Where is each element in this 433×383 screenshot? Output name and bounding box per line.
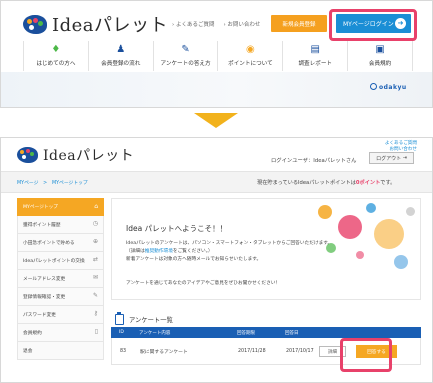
column-header: 回答日: [285, 330, 299, 336]
table-header: ID アンケート内容 回答期限 回答日: [111, 327, 421, 338]
intro-text: 新着アンケートは対象の方へ随時メールでお知らせいたします。: [126, 257, 262, 262]
sidebar-item-withdraw[interactable]: 退会: [17, 342, 104, 360]
mypage-header: Ideaパレット よくあるご質問 お問い合わせ ログインユーザ：Ideaパレット…: [1, 138, 432, 170]
palette-logo-icon: [17, 147, 38, 163]
intro-text: （詳細は推奨動作環境をご覧ください。）: [126, 249, 213, 254]
welcome-panel: Idea パレットへようこそ！！ Ideaパレットのアンケートは、パソコン・スマ…: [111, 198, 421, 300]
sidebar-item-label: メールアドレス変更: [23, 276, 66, 282]
survey-list-heading: アンケート一覧: [115, 312, 173, 325]
environment-link[interactable]: 推奨動作環境: [145, 249, 173, 254]
login-highlight-frame: [329, 9, 417, 41]
main-nav: ♦ はじめての方へ ♟ 会員登録の流れ ✎ アンケートの答え方 ◉ ポイントにつ…: [23, 41, 413, 71]
welcome-title: Idea パレットへようこそ！！: [126, 224, 228, 233]
answer-highlight-frame: [340, 338, 392, 372]
report-icon: ▤: [310, 44, 320, 55]
nav-item-registration-flow[interactable]: ♟ 会員登録の流れ: [87, 41, 153, 71]
survey-deadline: 2017/11/28: [238, 348, 266, 354]
nav-label: はじめての方へ: [36, 61, 76, 67]
sidebar-item-label: MYページトップ: [23, 205, 58, 210]
breadcrumb[interactable]: MYページ > MYページトップ: [17, 179, 88, 186]
mypage-sidebar: MYページトップ ⌂ 獲得ポイント履歴 ◷ 小田急ポイントで貯める ⊕ Idea…: [17, 198, 104, 360]
key-icon: ⚷: [93, 310, 98, 317]
sidebar-item-label: Ideaパレットポイントの交換: [23, 258, 85, 264]
faq-link[interactable]: › よくあるご質問: [172, 20, 214, 28]
pencil-icon: ✎: [181, 44, 190, 55]
site-logo[interactable]: Ideaパレット: [17, 145, 134, 165]
contact-link[interactable]: › お問い合わせ: [223, 20, 260, 28]
hero-banner-strip: [1, 72, 432, 107]
home-icon: ⌂: [94, 203, 98, 210]
top-links: › よくあるご質問 › お問い合わせ: [172, 20, 260, 28]
odakyu-mark-icon: [370, 83, 377, 90]
sidebar-item-point-history[interactable]: 獲得ポイント履歴 ◷: [17, 216, 104, 234]
nav-label: ポイントについて: [228, 61, 273, 67]
odakyu-logo: odakyu: [370, 83, 407, 91]
logout-button[interactable]: ログアウト ⇥: [369, 152, 414, 164]
logo-text: Ideaパレット: [43, 148, 135, 164]
column-header: 回答期限: [237, 330, 255, 336]
sidebar-item-label: 会員規約: [23, 330, 42, 336]
info-bar: MYページ > MYページトップ 現在貯まっているIdeaパレットポイントは0ポ…: [1, 171, 432, 193]
user-icon: ♟: [116, 44, 126, 55]
sidebar-item-email-change[interactable]: メールアドレス変更 ✉: [17, 270, 104, 288]
exchange-icon: ⇄: [92, 256, 98, 263]
coin-icon: ◉: [246, 44, 255, 55]
nav-label: 会員規約: [368, 61, 392, 67]
column-header: ID: [119, 330, 124, 335]
palette-logo-icon: [23, 14, 47, 34]
document-icon: ▯: [94, 328, 98, 335]
sidebar-item-profile-edit[interactable]: 登録情報確認・変更 ✎: [17, 288, 104, 306]
nav-label: 調査レポート: [298, 61, 333, 67]
register-button[interactable]: 新規会員登録: [271, 15, 327, 32]
edit-icon: ✎: [92, 292, 98, 299]
nav-item-points[interactable]: ◉ ポイントについて: [217, 41, 282, 71]
sidebar-item-label: 登録情報確認・変更: [23, 294, 66, 300]
survey-list-title: アンケート一覧: [129, 317, 173, 324]
nav-item-report[interactable]: ▤ 調査レポート: [282, 41, 347, 71]
points-value: 0ポイント: [355, 180, 381, 186]
logo-text: Ideaパレット: [52, 15, 169, 36]
beginner-icon: ♦: [51, 44, 61, 55]
survey-title: 駅に関するアンケート: [140, 349, 188, 355]
history-icon: ◷: [92, 220, 98, 227]
sidebar-item-mypage-top[interactable]: MYページトップ ⌂: [17, 198, 104, 216]
survey-id: 83: [120, 348, 127, 354]
sidebar-item-password-change[interactable]: パスワード変更 ⚷: [17, 306, 104, 324]
points-status: 現在貯まっているIdeaパレットポイントは0ポイントです。: [257, 180, 396, 186]
sidebar-item-odakyu-points[interactable]: 小田急ポイントで貯める ⊕: [17, 234, 104, 252]
sidebar-item-label: パスワード変更: [23, 312, 56, 318]
sidebar-item-label: 小田急ポイントで貯める: [23, 240, 75, 246]
intro-text: アンケートを通じてあなたのアイデアやご意見をぜひお聞かせください！: [126, 281, 281, 286]
top-header: Ideaパレット › よくあるご質問 › お問い合わせ 新規会員登録 MYページ…: [1, 1, 432, 41]
point-icon: ⊕: [92, 238, 98, 245]
sidebar-item-point-exchange[interactable]: Ideaパレットポイントの交換 ⇄: [17, 252, 104, 270]
nav-label: アンケートの答え方: [160, 61, 211, 67]
nav-item-how-to-answer[interactable]: ✎ アンケートの答え方: [152, 41, 218, 71]
column-header: アンケート内容: [139, 330, 171, 336]
top-screenshot: Ideaパレット › よくあるご質問 › お問い合わせ 新規会員登録 MYページ…: [0, 0, 433, 108]
login-user-text: ログインユーザ：Ideaパレットさん: [271, 158, 357, 164]
sidebar-item-terms[interactable]: 会員規約 ▯: [17, 324, 104, 342]
terms-icon: ▣: [375, 44, 385, 55]
nav-label: 会員登録の流れ: [101, 61, 141, 67]
sidebar-item-label: 獲得ポイント履歴: [23, 222, 61, 228]
sidebar-item-label: 退会: [23, 348, 33, 354]
logout-label: ログアウト: [376, 155, 402, 162]
mail-icon: ✉: [92, 274, 98, 281]
clipboard-icon: [115, 312, 124, 325]
nav-item-terms[interactable]: ▣ 会員規約: [347, 41, 413, 71]
down-arrow-icon: [194, 113, 238, 128]
nav-item-beginner[interactable]: ♦ はじめての方へ: [23, 41, 88, 71]
logout-arrow-icon: ⇥: [402, 155, 407, 161]
site-logo[interactable]: Ideaパレット: [23, 11, 168, 37]
intro-text: Ideaパレットのアンケートは、パソコン・スマートフォン・タブレットからご回答い…: [126, 241, 333, 246]
